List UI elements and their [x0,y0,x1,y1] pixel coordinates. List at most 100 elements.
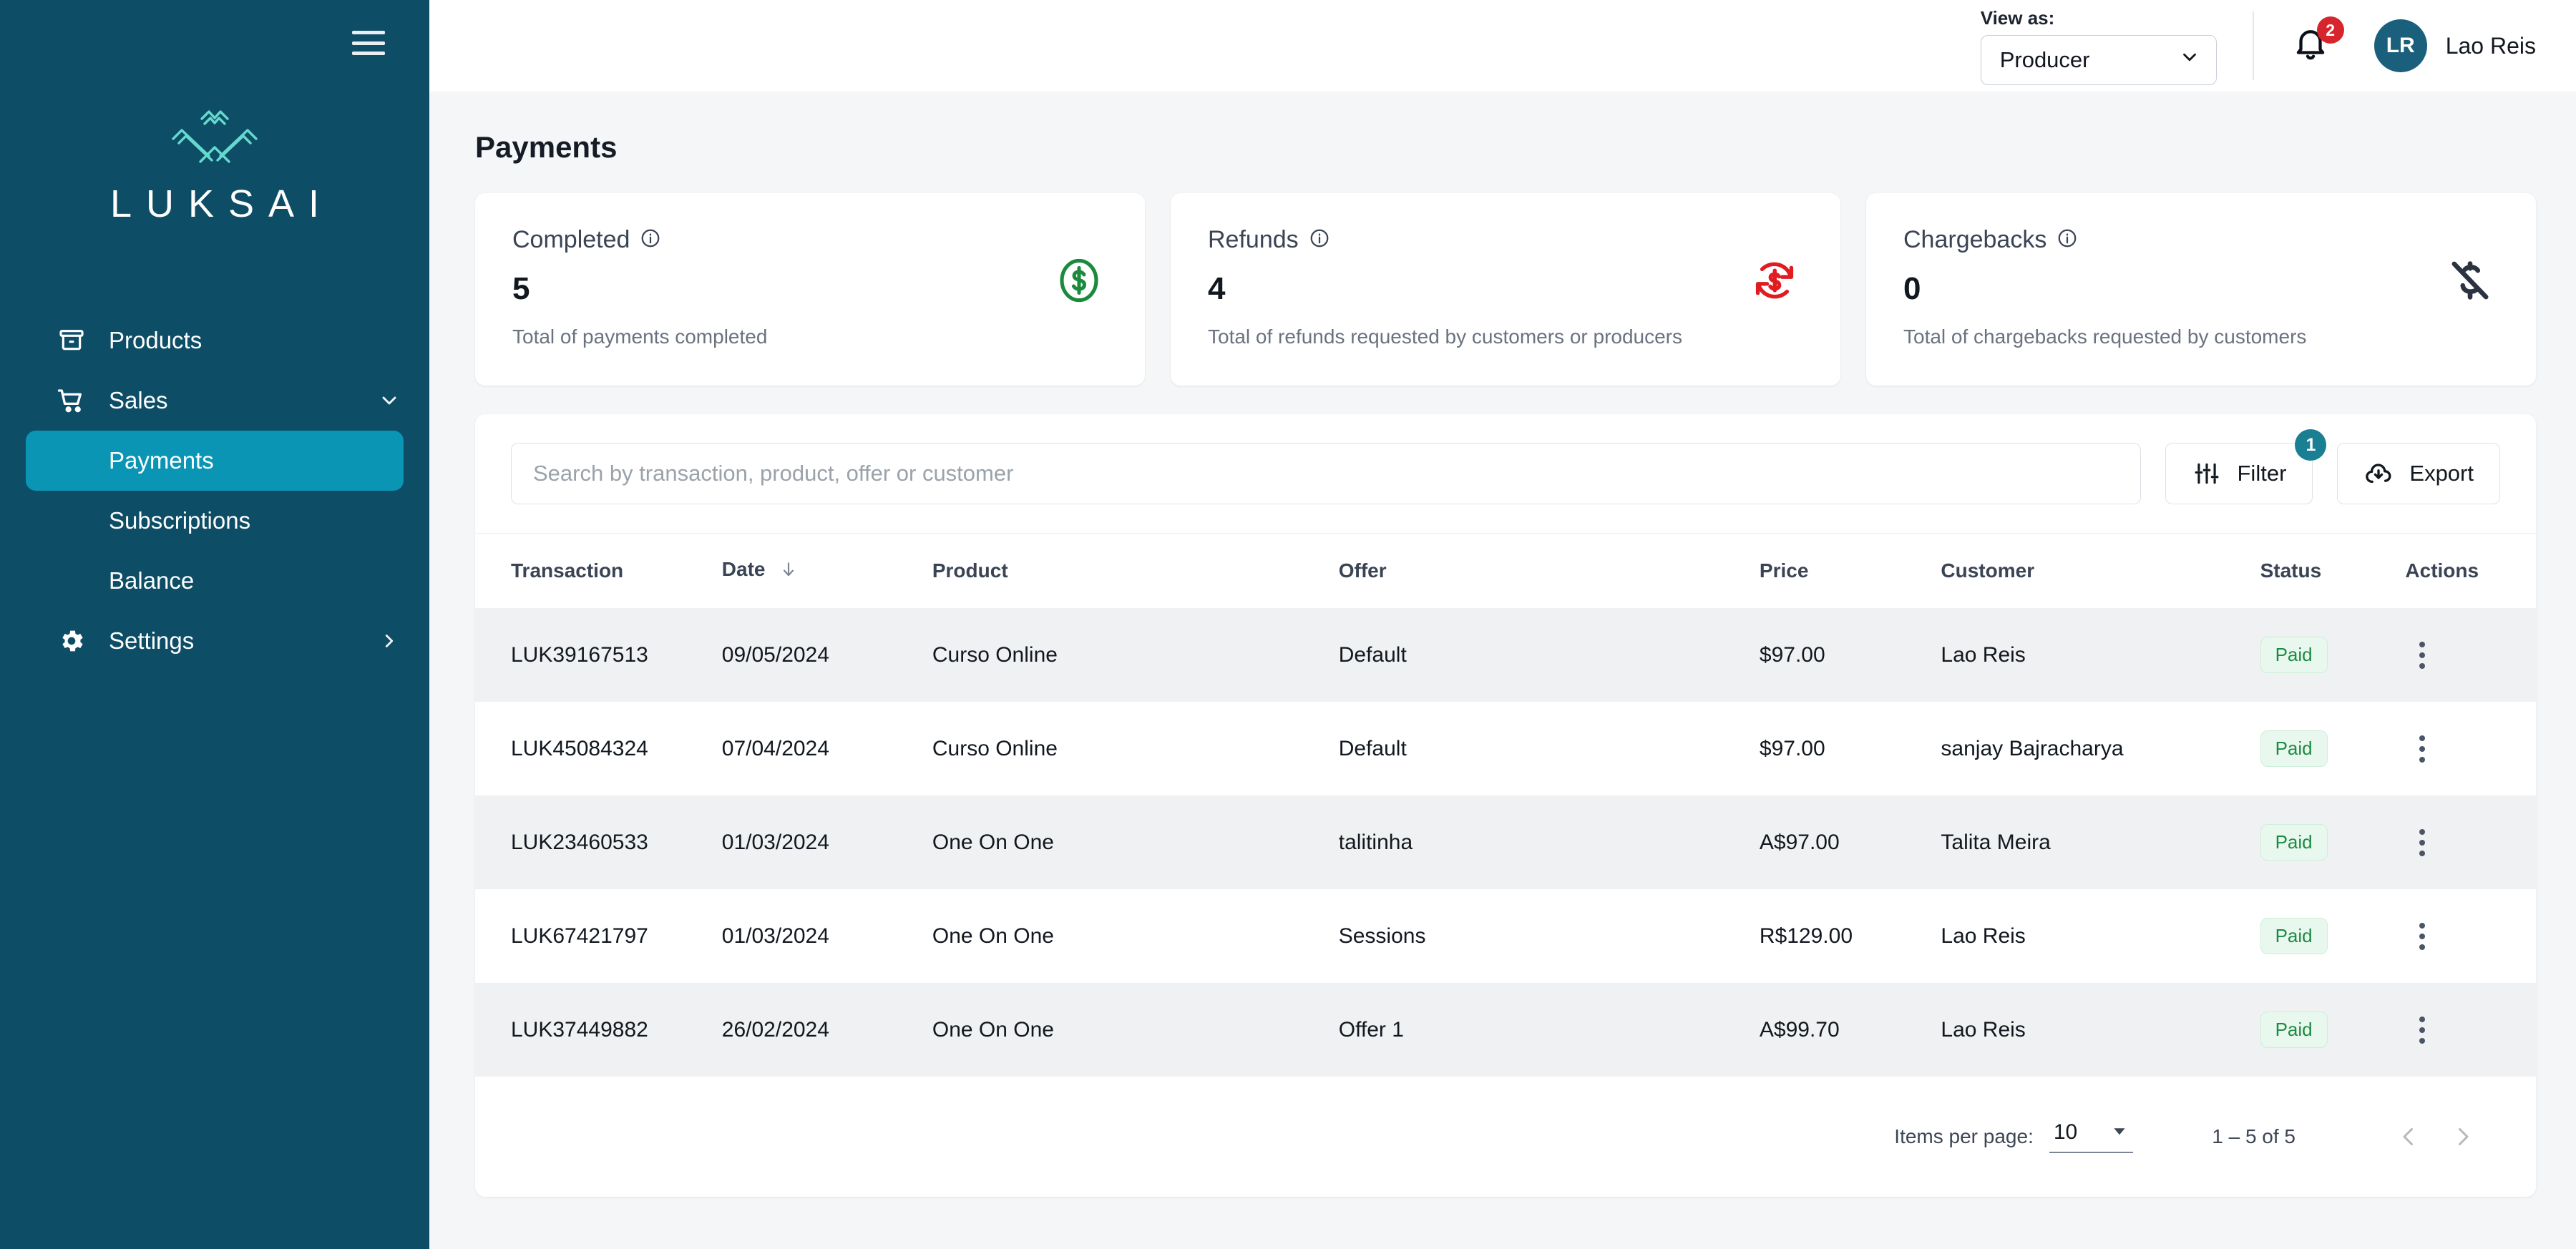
column-header-price[interactable]: Price [1759,533,1941,608]
column-label: Status [2260,559,2322,582]
table-header-row: Transaction Date Product Offer Price Cus… [475,533,2536,608]
cell-transaction: LUK37449882 [511,1017,648,1042]
items-per-page-select[interactable]: 10 [2049,1120,2134,1153]
info-icon[interactable] [1309,227,1330,253]
info-icon[interactable] [2057,227,2078,253]
app-root: LUKSAI Products Sales Payments Subscript… [0,0,2576,1249]
column-header-customer[interactable]: Customer [1941,533,2260,608]
dollar-circle-icon [1053,255,1105,306]
hamburger-menu-icon[interactable] [352,31,385,55]
card-header: Refunds [1208,226,1803,254]
column-label: Actions [2405,559,2479,582]
row-menu-icon[interactable] [2405,826,2439,860]
card-subtitle: Total of payments completed [512,325,768,348]
sidebar-item-products[interactable]: Products [26,310,404,371]
cell-status: Paid [2260,795,2406,889]
chevron-down-icon[interactable] [375,386,404,415]
status-badge: Paid [2260,637,2328,673]
cell-date: 09/05/2024 [721,642,829,667]
notification-badge: 2 [2316,16,2344,44]
column-header-offer[interactable]: Offer [1338,533,1760,608]
view-as-select[interactable]: Producer [1980,34,2217,85]
row-menu-icon[interactable] [2405,919,2439,954]
pagination-range: 1 – 5 of 5 [2212,1125,2296,1147]
card-title: Completed [512,226,630,253]
row-menu-icon[interactable] [2405,1013,2439,1047]
card-header: Completed [512,226,1108,254]
cell-status: Paid [2260,702,2406,795]
search-bar: Filter 1 Export [475,414,2536,533]
money-off-icon [2444,255,2496,306]
chevron-down-icon [2110,1122,2129,1144]
column-label: Customer [1941,559,2035,582]
search-input[interactable] [511,443,2141,504]
search-panel: Filter 1 Export [475,414,2536,1197]
inventory-box-icon [56,325,87,356]
stat-cards: Completed 5 Total of payments completed [475,193,2536,386]
status-badge: Paid [2260,1012,2328,1048]
brand-name: LUKSAI [109,182,334,225]
tune-sliders-icon [2192,459,2222,489]
column-label: Offer [1338,559,1387,582]
kebab-dot [2419,745,2426,752]
gear-icon [56,625,87,657]
kebab-dot [2419,1027,2426,1033]
cell-offer: Default [1338,736,1407,760]
payments-table: Transaction Date Product Offer Price Cus… [475,533,2536,1077]
cell-actions [2405,983,2536,1077]
column-header-product[interactable]: Product [932,533,1339,608]
table-row[interactable]: LUK37449882 26/02/2024 One On One Offer … [475,983,2536,1077]
sidebar-item-balance[interactable]: Balance [26,551,404,611]
stat-card-completed: Completed 5 Total of payments completed [475,193,1145,386]
column-header-transaction[interactable]: Transaction [475,533,722,608]
card-header: Chargebacks [1903,226,2499,254]
hamburger-bar [352,31,385,34]
table-body: LUK39167513 09/05/2024 Curso Online Defa… [475,608,2536,1077]
info-icon[interactable] [640,227,661,253]
sidebar-item-label: Products [109,327,203,353]
cell-customer: Lao Reis [1941,924,2026,948]
next-page-button[interactable] [2436,1110,2490,1164]
table-row[interactable]: LUK45084324 07/04/2024 Curso Online Defa… [475,702,2536,795]
cell-offer: Sessions [1338,924,1426,948]
previous-page-button[interactable] [2381,1110,2436,1164]
view-as-group: View as: Producer [1980,6,2217,85]
kebab-dot [2419,1037,2426,1044]
sidebar-header [0,0,429,86]
sidebar-item-payments[interactable]: Payments [26,431,404,491]
chevron-right-icon[interactable] [375,627,404,655]
table-row[interactable]: LUK67421797 01/03/2024 One On One Sessio… [475,889,2536,983]
kebab-dot [2419,944,2426,950]
kebab-dot [2419,850,2426,856]
row-menu-icon[interactable] [2405,638,2439,672]
view-as-label: View as: [1980,6,2055,29]
card-subtitle: Total of refunds requested by customers … [1208,325,1683,348]
cell-date: 26/02/2024 [721,1017,829,1042]
table-row[interactable]: LUK23460533 01/03/2024 One On One taliti… [475,795,2536,889]
sidebar-item-settings[interactable]: Settings [26,611,404,671]
sidebar-item-subscriptions[interactable]: Subscriptions [26,491,404,551]
notifications-button[interactable]: 2 [2291,16,2344,69]
avatar[interactable]: LR [2373,19,2427,72]
kebab-dot [2419,641,2426,647]
kebab-dot [2419,1016,2426,1022]
cell-offer: Default [1338,642,1407,667]
column-header-status[interactable]: Status [2260,533,2406,608]
cell-actions [2405,608,2536,702]
table-row[interactable]: LUK39167513 09/05/2024 Curso Online Defa… [475,608,2536,702]
kebab-dot [2419,828,2426,835]
cell-actions [2405,889,2536,983]
column-header-date[interactable]: Date [721,533,932,608]
sidebar-item-sales[interactable]: Sales [26,371,404,431]
export-button[interactable]: Export [2337,443,2500,504]
kebab-dot [2419,662,2426,669]
sidebar-item-label: Payments [109,447,214,474]
cloud-download-icon [2363,459,2394,489]
user-name[interactable]: Lao Reis [2446,33,2536,59]
page-content: Payments Completed 5 Total of payments c… [429,92,2576,1249]
column-header-actions: Actions [2405,533,2536,608]
filter-button[interactable]: Filter 1 [2165,429,2327,504]
kebab-dot [2419,756,2426,763]
row-menu-icon[interactable] [2405,732,2439,766]
cell-date: 01/03/2024 [721,830,829,854]
